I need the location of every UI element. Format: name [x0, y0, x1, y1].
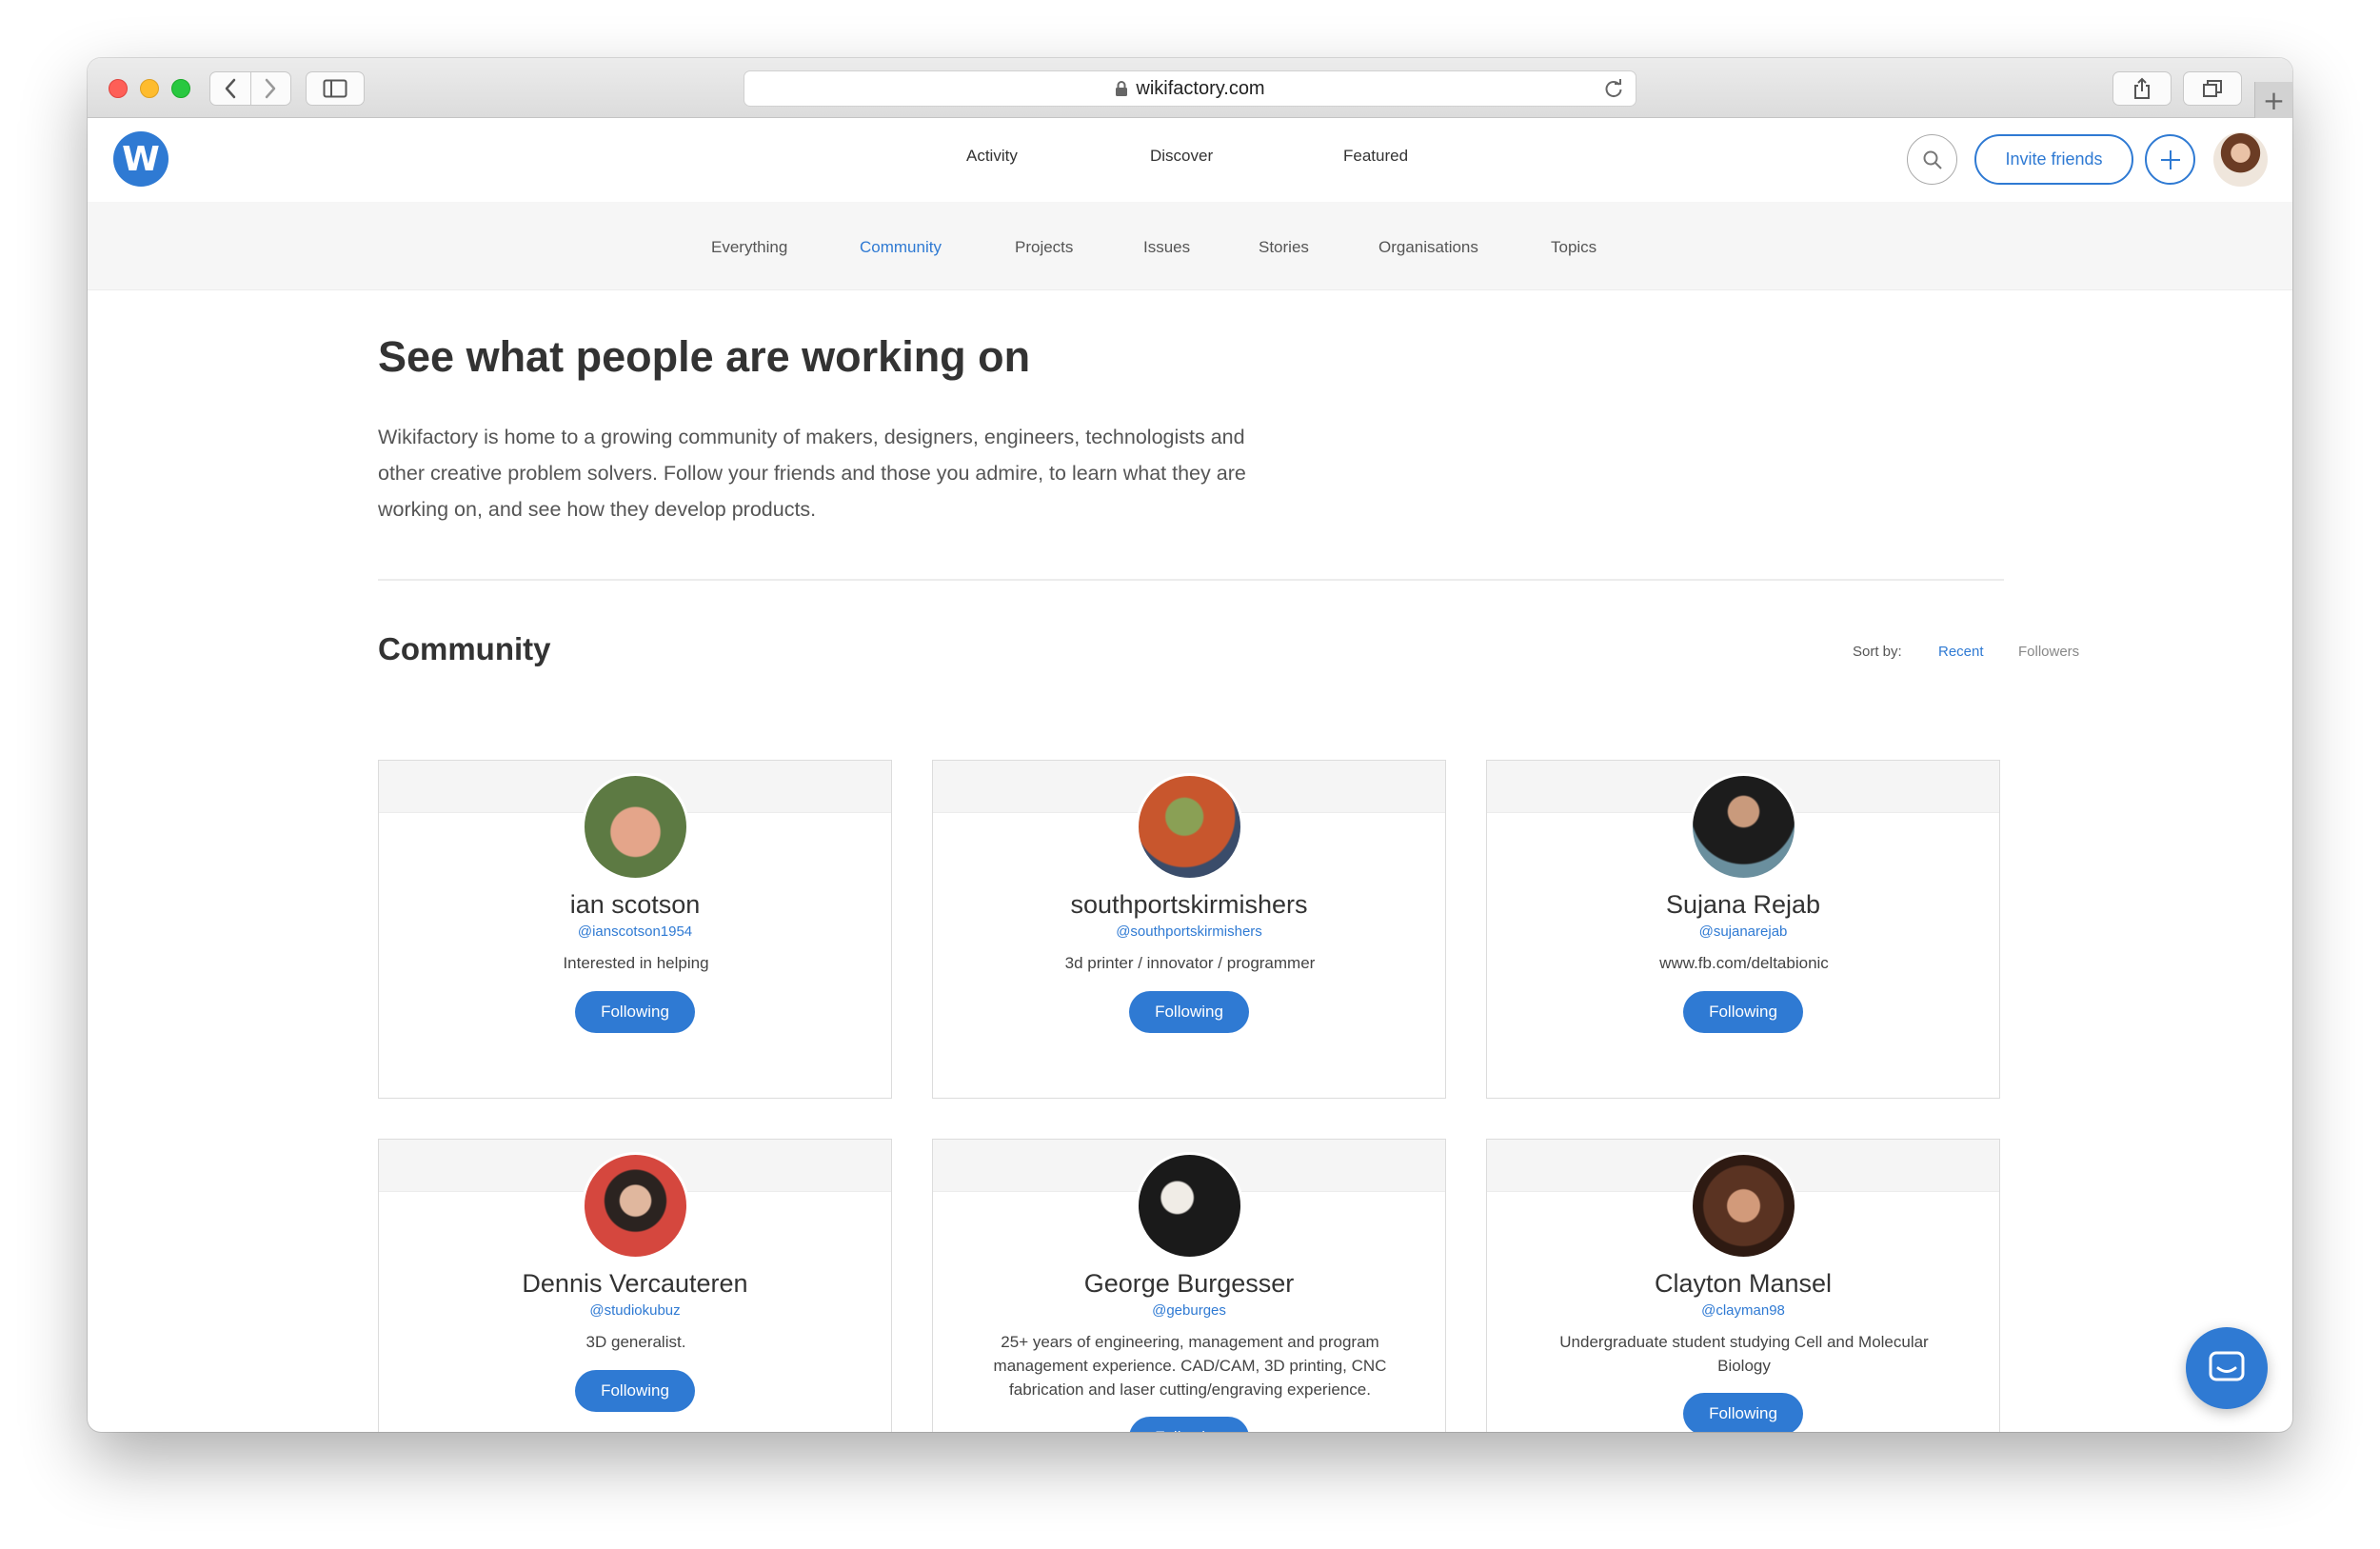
nav-featured[interactable]: Featured [1343, 147, 1408, 166]
user-name[interactable]: ian scotson [379, 890, 891, 920]
user-handle[interactable]: @ianscotson1954 [379, 923, 891, 940]
reload-button[interactable] [1603, 78, 1624, 104]
address-bar[interactable]: wikifactory.com [744, 70, 1636, 107]
avatar[interactable] [1136, 773, 1243, 881]
following-button[interactable]: Following [575, 991, 695, 1033]
create-button[interactable] [2145, 134, 2195, 185]
user-handle[interactable]: @geburges [933, 1302, 1445, 1319]
following-button[interactable]: Following [1129, 991, 1249, 1033]
user-card[interactable]: southportskirmishers @southportskirmishe… [932, 760, 1446, 1099]
following-button[interactable]: Following [575, 1370, 695, 1412]
intro-text: Wikifactory is home to a growing communi… [378, 426, 1246, 521]
show-tabs-button[interactable] [2183, 71, 2242, 106]
user-handle[interactable]: @sujanarejab [1487, 923, 1999, 940]
minimize-window-button[interactable] [140, 79, 159, 98]
tab-everything[interactable]: Everything [711, 238, 787, 257]
avatar[interactable] [1690, 1152, 1797, 1260]
following-button[interactable]: Following [1683, 991, 1803, 1033]
user-card[interactable]: George Burgesser @geburges 25+ years of … [932, 1139, 1446, 1432]
avatar[interactable] [1136, 1152, 1243, 1260]
page-title: See what people are working on [378, 332, 1031, 381]
user-handle[interactable]: @clayman98 [1487, 1302, 1999, 1319]
user-bio: www.fb.com/deltabionic [1659, 954, 1829, 972]
history-nav [209, 71, 291, 106]
user-name[interactable]: Sujana Rejab [1487, 890, 1999, 920]
user-bio: Interested in helping [563, 954, 709, 972]
wikifactory-logo[interactable]: W [113, 131, 169, 187]
tab-stories[interactable]: Stories [1259, 238, 1309, 257]
search-icon [1923, 150, 1942, 169]
chat-icon [2209, 1351, 2245, 1381]
nav-activity[interactable]: Activity [966, 147, 1018, 166]
user-handle[interactable]: @studiokubuz [379, 1302, 891, 1319]
tab-issues[interactable]: Issues [1143, 238, 1190, 257]
user-bio: 3D generalist. [585, 1333, 686, 1351]
avatar[interactable] [582, 1152, 689, 1260]
divider [378, 579, 2004, 581]
logo-letter: W [122, 139, 160, 179]
url-text: wikifactory.com [1136, 77, 1265, 99]
avatar[interactable] [582, 773, 689, 881]
sort-recent[interactable]: Recent [1938, 644, 1984, 660]
search-button[interactable] [1907, 134, 1957, 185]
tabs-icon [2203, 80, 2222, 97]
tab-topics[interactable]: Topics [1551, 238, 1597, 257]
user-bio: Undergraduate student studying Cell and … [1559, 1333, 1929, 1375]
user-name[interactable]: Clayton Mansel [1487, 1269, 1999, 1299]
forward-button[interactable] [249, 72, 290, 105]
browser-window: wikifactory.com + W Activity Discover Fe… [88, 58, 2292, 1432]
chat-widget-button[interactable] [2186, 1327, 2268, 1409]
share-icon [2134, 77, 2150, 99]
user-name[interactable]: southportskirmishers [933, 890, 1445, 920]
tab-organisations[interactable]: Organisations [1378, 238, 1478, 257]
sort-followers[interactable]: Followers [2018, 644, 2079, 660]
user-card[interactable]: ian scotson @ianscotson1954 Interested i… [378, 760, 892, 1099]
tab-projects[interactable]: Projects [1015, 238, 1073, 257]
nav-discover[interactable]: Discover [1150, 147, 1213, 166]
following-button[interactable]: Following [1129, 1417, 1249, 1432]
zoom-window-button[interactable] [171, 79, 190, 98]
browser-toolbar: wikifactory.com + [88, 58, 2292, 118]
reload-icon [1605, 79, 1622, 98]
lock-icon [1115, 80, 1128, 97]
sub-navigation: Everything Community Projects Issues Sto… [88, 202, 2292, 290]
user-bio: 3d printer / innovator / programmer [1064, 954, 1316, 972]
new-tab-button[interactable]: + [2254, 82, 2292, 118]
avatar[interactable] [1690, 773, 1797, 881]
following-button[interactable]: Following [1683, 1393, 1803, 1432]
chevron-right-icon [266, 78, 276, 99]
user-handle[interactable]: @southportskirmishers [933, 923, 1445, 940]
user-name[interactable]: George Burgesser [933, 1269, 1445, 1299]
sidebar-button[interactable] [306, 71, 365, 106]
back-button[interactable] [210, 72, 250, 105]
user-avatar[interactable] [2213, 132, 2268, 187]
plus-icon [2160, 149, 2180, 169]
section-title: Community [378, 631, 551, 666]
sort-label: Sort by: [1853, 644, 1902, 660]
user-card[interactable]: Sujana Rejab @sujanarejab www.fb.com/del… [1486, 760, 2000, 1099]
chevron-left-icon [225, 78, 236, 99]
invite-friends-button[interactable]: Invite friends [1974, 134, 2133, 185]
sidebar-icon [323, 79, 347, 98]
close-window-button[interactable] [109, 79, 128, 98]
share-button[interactable] [2112, 71, 2172, 106]
tab-community[interactable]: Community [860, 238, 942, 257]
user-card[interactable]: Dennis Vercauteren @studiokubuz 3D gener… [378, 1139, 892, 1432]
site-header: W Activity Discover Featured Invite frie… [88, 118, 2292, 202]
user-name[interactable]: Dennis Vercauteren [379, 1269, 891, 1299]
user-card[interactable]: Clayton Mansel @clayman98 Undergraduate … [1486, 1139, 2000, 1432]
user-bio: 25+ years of engineering, management and… [993, 1333, 1387, 1399]
